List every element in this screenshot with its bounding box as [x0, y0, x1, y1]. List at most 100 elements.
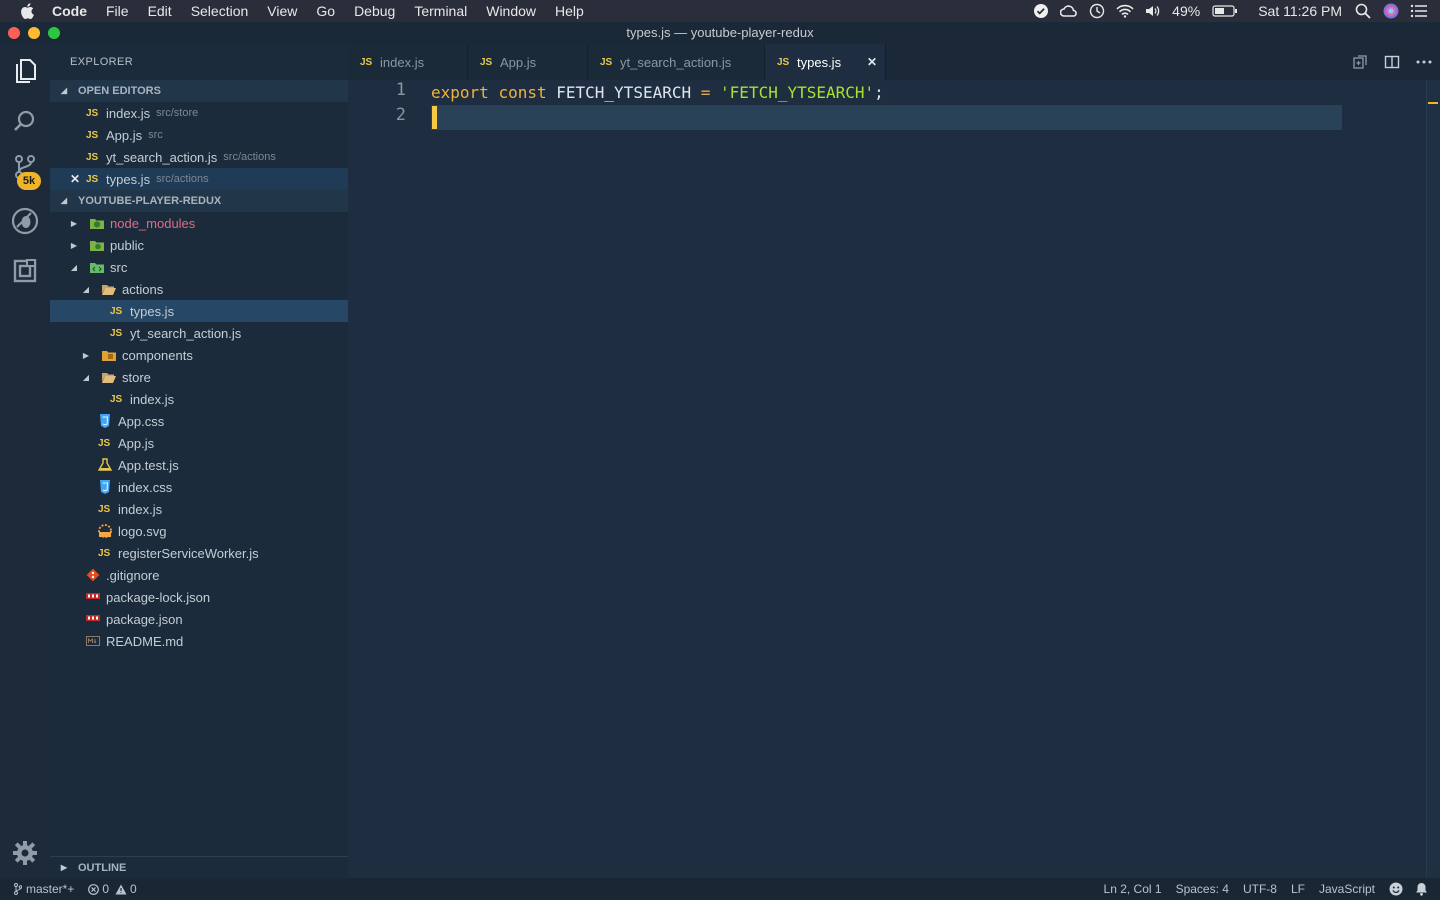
tree-file-app-test-js[interactable]: App.test.js: [50, 454, 348, 476]
tree-folder-node-modules[interactable]: ▶ node_modules: [50, 212, 348, 234]
js-file-icon: JS: [86, 173, 99, 185]
file-name: yt_search_action.js: [130, 325, 242, 341]
tree-folder-components[interactable]: ▶ components: [50, 344, 348, 366]
zoom-window-button[interactable]: [48, 27, 60, 39]
tree-folder-store[interactable]: ◢ store: [50, 366, 348, 388]
close-tab-icon[interactable]: ✕: [867, 55, 877, 69]
tree-folder-src[interactable]: ◢ src: [50, 256, 348, 278]
battery-icon[interactable]: [1212, 3, 1238, 19]
notifications-bell-icon[interactable]: [1415, 882, 1428, 896]
git-branch[interactable]: master*+: [14, 882, 74, 896]
editor-actions: [1344, 44, 1440, 80]
node-folder-icon: [90, 216, 104, 230]
tab-types-js[interactable]: JS types.js ✕: [765, 44, 886, 80]
file-name: App.js: [118, 435, 155, 451]
menu-app-code[interactable]: Code: [52, 3, 87, 19]
tree-file-yt-search-action-js[interactable]: JS yt_search_action.js: [50, 322, 348, 344]
file-name: package.json: [106, 611, 183, 627]
menu-debug[interactable]: Debug: [354, 3, 395, 19]
tree-file-readme-md[interactable]: README.md: [50, 630, 348, 652]
tab-app-js[interactable]: JS App.js: [468, 44, 588, 80]
code-line-1[interactable]: export const FETCH_YTSEARCH = 'FETCH_YTS…: [431, 80, 884, 105]
debug-icon[interactable]: [10, 206, 40, 236]
explorer-sidebar: EXPLORER ◢ OPEN EDITORS JS index.js src/…: [50, 44, 348, 878]
sidebar-title: EXPLORER: [70, 56, 134, 68]
cursor-position[interactable]: Ln 2, Col 1: [1104, 882, 1162, 896]
tree-file-app-js[interactable]: JS App.js: [50, 432, 348, 454]
tree-file-gitignore[interactable]: .gitignore: [50, 564, 348, 586]
tree-file-logo-svg[interactable]: logo.svg: [50, 520, 348, 542]
file-path-description: src/actions: [223, 151, 276, 163]
spotlight-search-icon[interactable]: [1354, 3, 1372, 19]
npm-icon: [86, 590, 100, 604]
open-editor-item[interactable]: JS yt_search_action.js src/actions: [50, 146, 348, 168]
tree-file-index-css[interactable]: index.css: [50, 476, 348, 498]
siri-icon[interactable]: [1382, 3, 1400, 19]
line-number-gutter: 1 2: [348, 80, 430, 878]
tree-file-types-js[interactable]: JS types.js: [50, 300, 348, 322]
indentation[interactable]: Spaces: 4: [1176, 882, 1229, 896]
js-file-icon: JS: [110, 305, 123, 317]
menu-file[interactable]: File: [106, 3, 129, 19]
split-editor-icon[interactable]: [1376, 44, 1408, 80]
clock[interactable]: Sat 11:26 PM: [1258, 3, 1342, 19]
time-machine-icon[interactable]: [1088, 3, 1106, 19]
close-window-button[interactable]: [8, 27, 20, 39]
apple-icon[interactable]: [18, 2, 36, 20]
js-file-icon: JS: [600, 56, 613, 68]
open-editor-item[interactable]: JS App.js src: [50, 124, 348, 146]
tree-file-package-lock-json[interactable]: package-lock.json: [50, 586, 348, 608]
todo-check-icon[interactable]: [1032, 3, 1050, 19]
tree-folder-actions[interactable]: ◢ actions: [50, 278, 348, 300]
current-line-highlight: [431, 105, 1342, 130]
menu-help[interactable]: Help: [555, 3, 584, 19]
settings-gear-icon[interactable]: [10, 838, 40, 868]
end-of-line[interactable]: LF: [1291, 882, 1305, 896]
file-name: package-lock.json: [106, 589, 211, 605]
menu-window[interactable]: Window: [486, 3, 536, 19]
tab-yt-search-action-js[interactable]: JS yt_search_action.js: [588, 44, 765, 80]
tree-file-register-service-worker-js[interactable]: JS registerServiceWorker.js: [50, 542, 348, 564]
activity-bar: 5k: [0, 44, 50, 878]
menu-selection[interactable]: Selection: [191, 3, 249, 19]
menu-view[interactable]: View: [267, 3, 297, 19]
code-editor[interactable]: 1 2 export const FETCH_YTSEARCH = 'FETCH…: [348, 80, 1440, 878]
feedback-smiley-icon[interactable]: [1389, 882, 1403, 896]
notification-center-icon[interactable]: [1410, 3, 1428, 19]
tree-file-app-css[interactable]: App.css: [50, 410, 348, 432]
more-actions-icon[interactable]: [1408, 44, 1440, 80]
extensions-icon[interactable]: [10, 256, 40, 286]
open-editors-header[interactable]: ◢ OPEN EDITORS: [50, 80, 348, 102]
folder-open-icon: [102, 282, 116, 296]
volume-icon[interactable]: [1144, 3, 1162, 19]
macos-menu-bar: Code File Edit Selection View Go Debug T…: [0, 0, 1440, 22]
tree-file-package-json[interactable]: package.json: [50, 608, 348, 630]
js-file-icon: JS: [86, 151, 99, 163]
tree-file-store-index-js[interactable]: JS index.js: [50, 388, 348, 410]
wifi-icon[interactable]: [1116, 3, 1134, 19]
file-encoding[interactable]: UTF-8: [1243, 882, 1277, 896]
file-name: index.css: [118, 479, 173, 495]
close-editor-icon[interactable]: ✕: [70, 172, 80, 186]
open-changes-icon[interactable]: [1344, 44, 1376, 80]
open-editor-item-active[interactable]: ✕ JS types.js src/actions: [50, 168, 348, 190]
minimize-window-button[interactable]: [28, 27, 40, 39]
language-mode[interactable]: JavaScript: [1319, 882, 1375, 896]
menu-terminal[interactable]: Terminal: [414, 3, 467, 19]
outline-section-header[interactable]: ▶ OUTLINE: [50, 856, 348, 878]
explorer-icon[interactable]: [10, 56, 40, 86]
tab-index-js[interactable]: JS index.js: [348, 44, 468, 80]
project-folder-header[interactable]: ◢ YOUTUBE-PLAYER-REDUX: [50, 190, 348, 212]
tree-file-src-index-js[interactable]: JS index.js: [50, 498, 348, 520]
editor-scrollbar[interactable]: [1426, 80, 1440, 878]
open-editor-item[interactable]: JS index.js src/store: [50, 102, 348, 124]
tab-label: index.js: [380, 54, 425, 70]
tree-folder-public[interactable]: ▶ public: [50, 234, 348, 256]
creative-cloud-icon[interactable]: [1060, 3, 1078, 19]
problems-summary[interactable]: 0 0: [88, 882, 137, 896]
file-name: App.test.js: [118, 457, 179, 473]
search-icon[interactable]: [10, 106, 40, 136]
menu-edit[interactable]: Edit: [148, 3, 172, 19]
menu-go[interactable]: Go: [316, 3, 335, 19]
public-folder-icon: [90, 238, 104, 252]
